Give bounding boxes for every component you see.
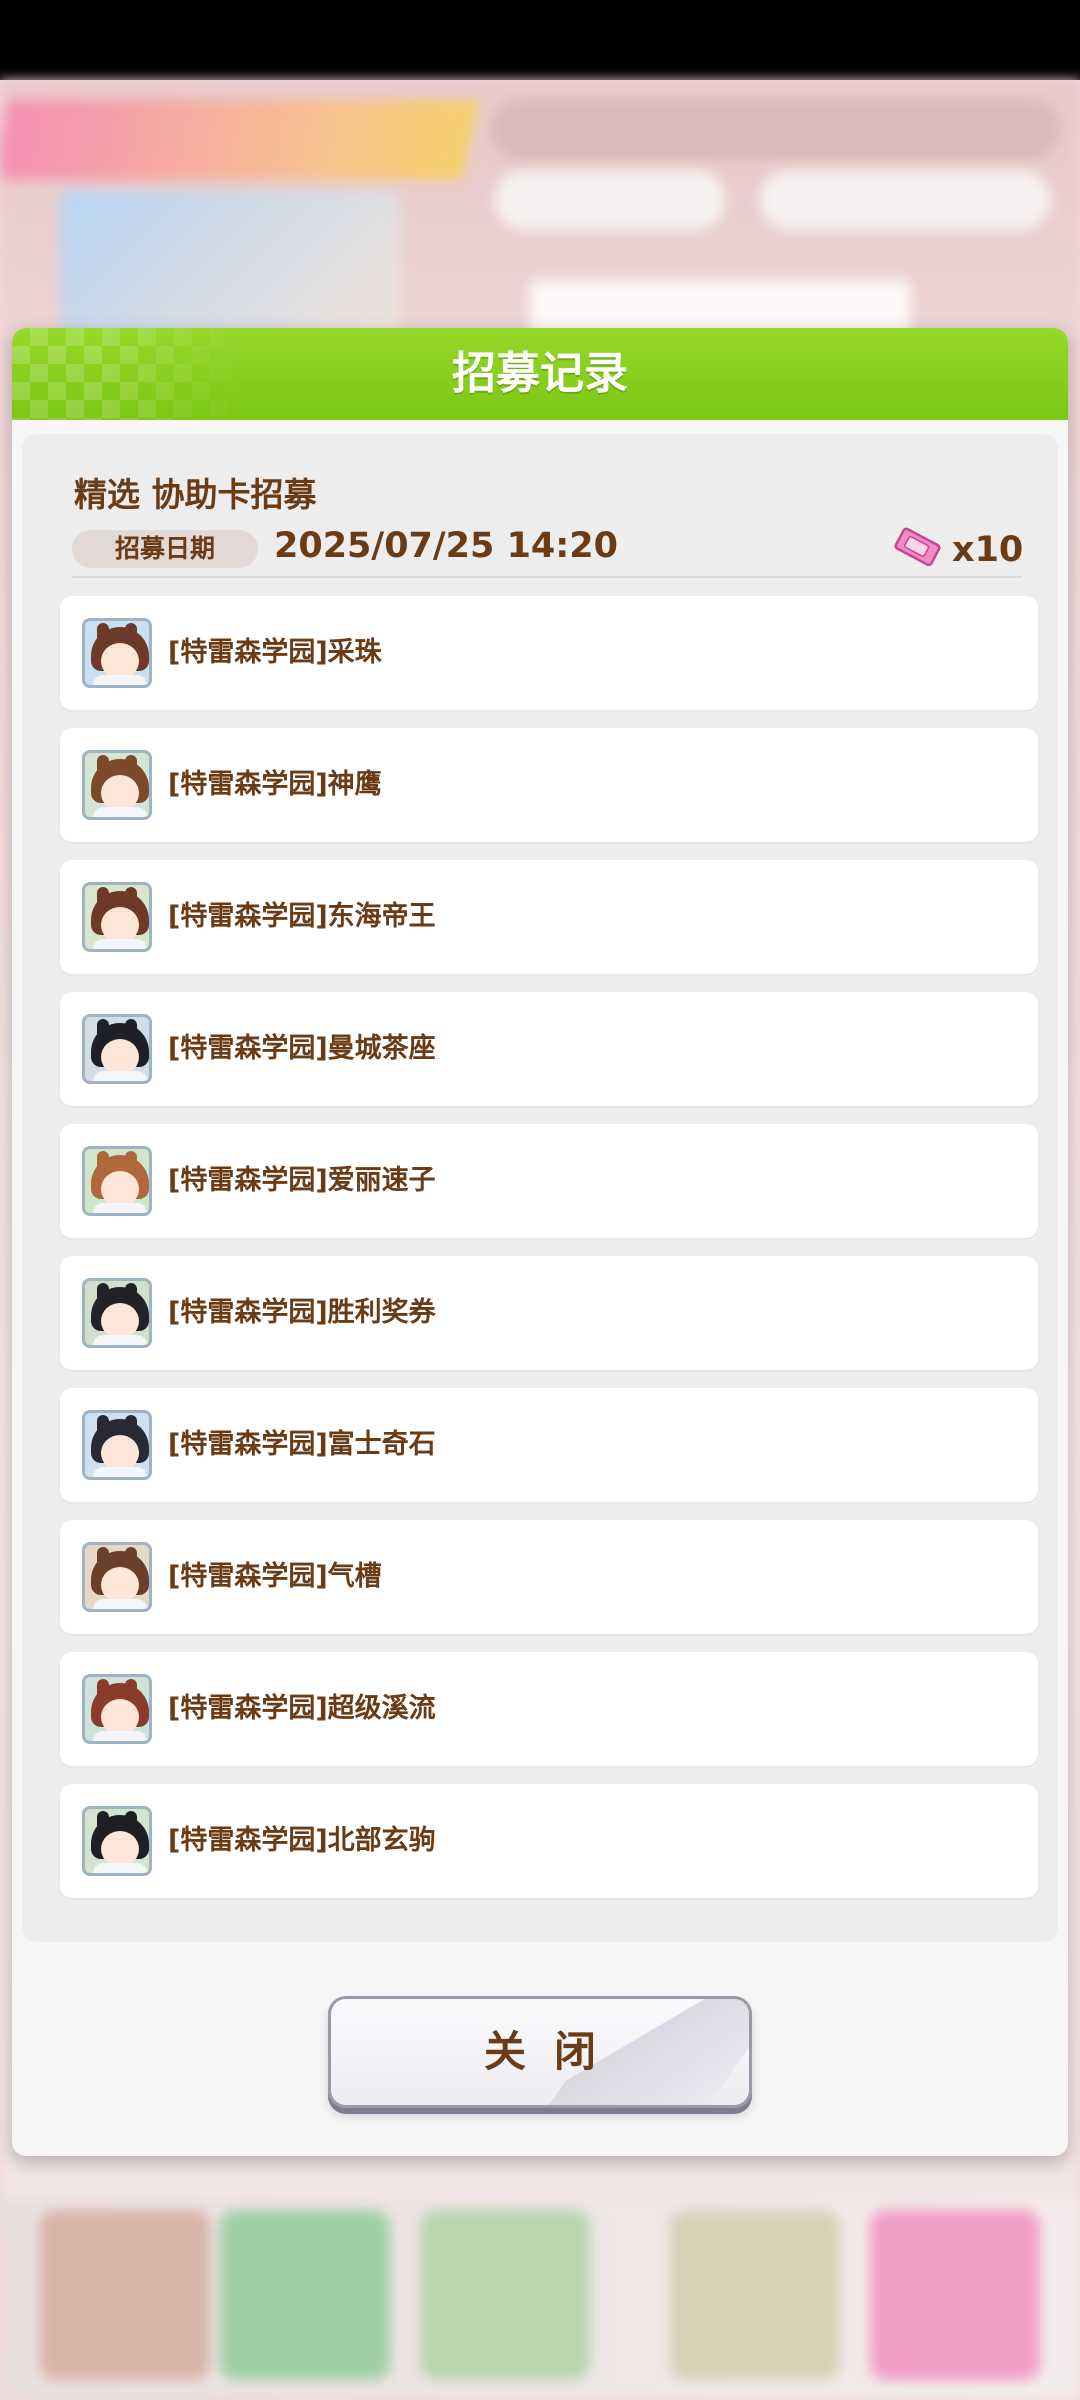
result-item[interactable]: [特雷森学园]胜利奖券 <box>60 1256 1038 1370</box>
result-item[interactable]: [特雷森学园]爱丽速子 <box>60 1124 1038 1238</box>
thumbnail-face <box>101 1699 139 1735</box>
support-card-name: [特雷森学园]北部玄驹 <box>168 1825 436 1856</box>
background-nav-tile <box>670 2210 840 2380</box>
thumbnail-body <box>93 1863 147 1873</box>
history-panel: 精选 协助卡招募 招募日期 2025/07/25 14:20 x10 [特雷森学… <box>22 434 1058 1942</box>
support-card-thumbnail <box>82 618 152 688</box>
dialog-title: 招募记录 <box>452 348 628 399</box>
ticket-count: x10 <box>952 530 1024 570</box>
date-value: 2025/07/25 14:20 <box>274 526 618 566</box>
dialog-header: 招募记录 <box>12 328 1068 420</box>
support-card-name: [特雷森学园]富士奇石 <box>168 1429 436 1460</box>
support-card-thumbnail <box>82 1674 152 1744</box>
support-card-thumbnail <box>82 1278 152 1348</box>
support-card-name: [特雷森学园]曼城茶座 <box>168 1033 436 1064</box>
result-item[interactable]: [特雷森学园]北部玄驹 <box>60 1784 1038 1898</box>
thumbnail-face <box>101 775 139 811</box>
support-card-thumbnail <box>82 882 152 952</box>
thumbnail-face <box>101 1039 139 1075</box>
support-card-thumbnail <box>82 1806 152 1876</box>
thumbnail-body <box>93 1731 147 1741</box>
thumbnail-body <box>93 1467 147 1477</box>
thumbnail-face <box>101 1171 139 1207</box>
background-currency-bar <box>490 100 1060 160</box>
thumbnail-face <box>101 643 139 679</box>
thumbnail-face <box>101 1567 139 1603</box>
background-nav-tile <box>40 2210 210 2380</box>
thumbnail-face <box>101 907 139 943</box>
thumbnail-face <box>101 1435 139 1471</box>
background-pill-button <box>495 170 725 230</box>
gacha-history-dialog: 招募记录 精选 协助卡招募 招募日期 2025/07/25 14:20 x10 … <box>12 328 1068 2156</box>
support-card-name: [特雷森学园]采珠 <box>168 637 382 668</box>
thumbnail-face <box>101 1831 139 1867</box>
support-card-thumbnail <box>82 1410 152 1480</box>
thumbnail-body <box>93 1599 147 1609</box>
support-card-thumbnail <box>82 750 152 820</box>
thumbnail-body <box>93 675 147 685</box>
thumbnail-body <box>93 1071 147 1081</box>
date-label: 招募日期 <box>72 530 258 568</box>
result-item[interactable]: [特雷森学园]东海帝王 <box>60 860 1038 974</box>
thumbnail-body <box>93 1203 147 1213</box>
background-nav-tile <box>420 2210 590 2380</box>
status-bar <box>0 0 1080 80</box>
thumbnail-body <box>93 1335 147 1345</box>
separator <box>72 576 1022 578</box>
result-item[interactable]: [特雷森学园]富士奇石 <box>60 1388 1038 1502</box>
thumbnail-face <box>101 1303 139 1339</box>
background-pill-button <box>760 170 1050 230</box>
close-button-label: 关闭 <box>483 2027 624 2076</box>
support-card-name: [特雷森学园]超级溪流 <box>168 1693 436 1724</box>
support-card-name: [特雷森学园]神鹰 <box>168 769 382 800</box>
support-card-thumbnail <box>82 1014 152 1084</box>
result-item[interactable]: [特雷森学园]气槽 <box>60 1520 1038 1634</box>
result-item[interactable]: [特雷森学园]神鹰 <box>60 728 1038 842</box>
background-banner <box>0 100 479 180</box>
support-card-name: [特雷森学园]东海帝王 <box>168 901 436 932</box>
support-card-thumbnail <box>82 1146 152 1216</box>
support-card-thumbnail <box>82 1542 152 1612</box>
result-item[interactable]: [特雷森学园]超级溪流 <box>60 1652 1038 1766</box>
gacha-name: 精选 协助卡招募 <box>74 475 317 514</box>
support-card-name: [特雷森学园]爱丽速子 <box>168 1165 436 1196</box>
result-item[interactable]: [特雷森学园]曼城茶座 <box>60 992 1038 1106</box>
ticket-icon <box>894 527 941 566</box>
background-nav-tile <box>870 2210 1040 2380</box>
close-button[interactable]: 关闭 <box>328 1996 752 2108</box>
thumbnail-body <box>93 939 147 949</box>
background-nav-tile <box>220 2210 390 2380</box>
support-card-name: [特雷森学园]气槽 <box>168 1561 382 1592</box>
result-item[interactable]: [特雷森学园]采珠 <box>60 596 1038 710</box>
thumbnail-body <box>93 807 147 817</box>
support-card-name: [特雷森学园]胜利奖券 <box>168 1297 436 1328</box>
